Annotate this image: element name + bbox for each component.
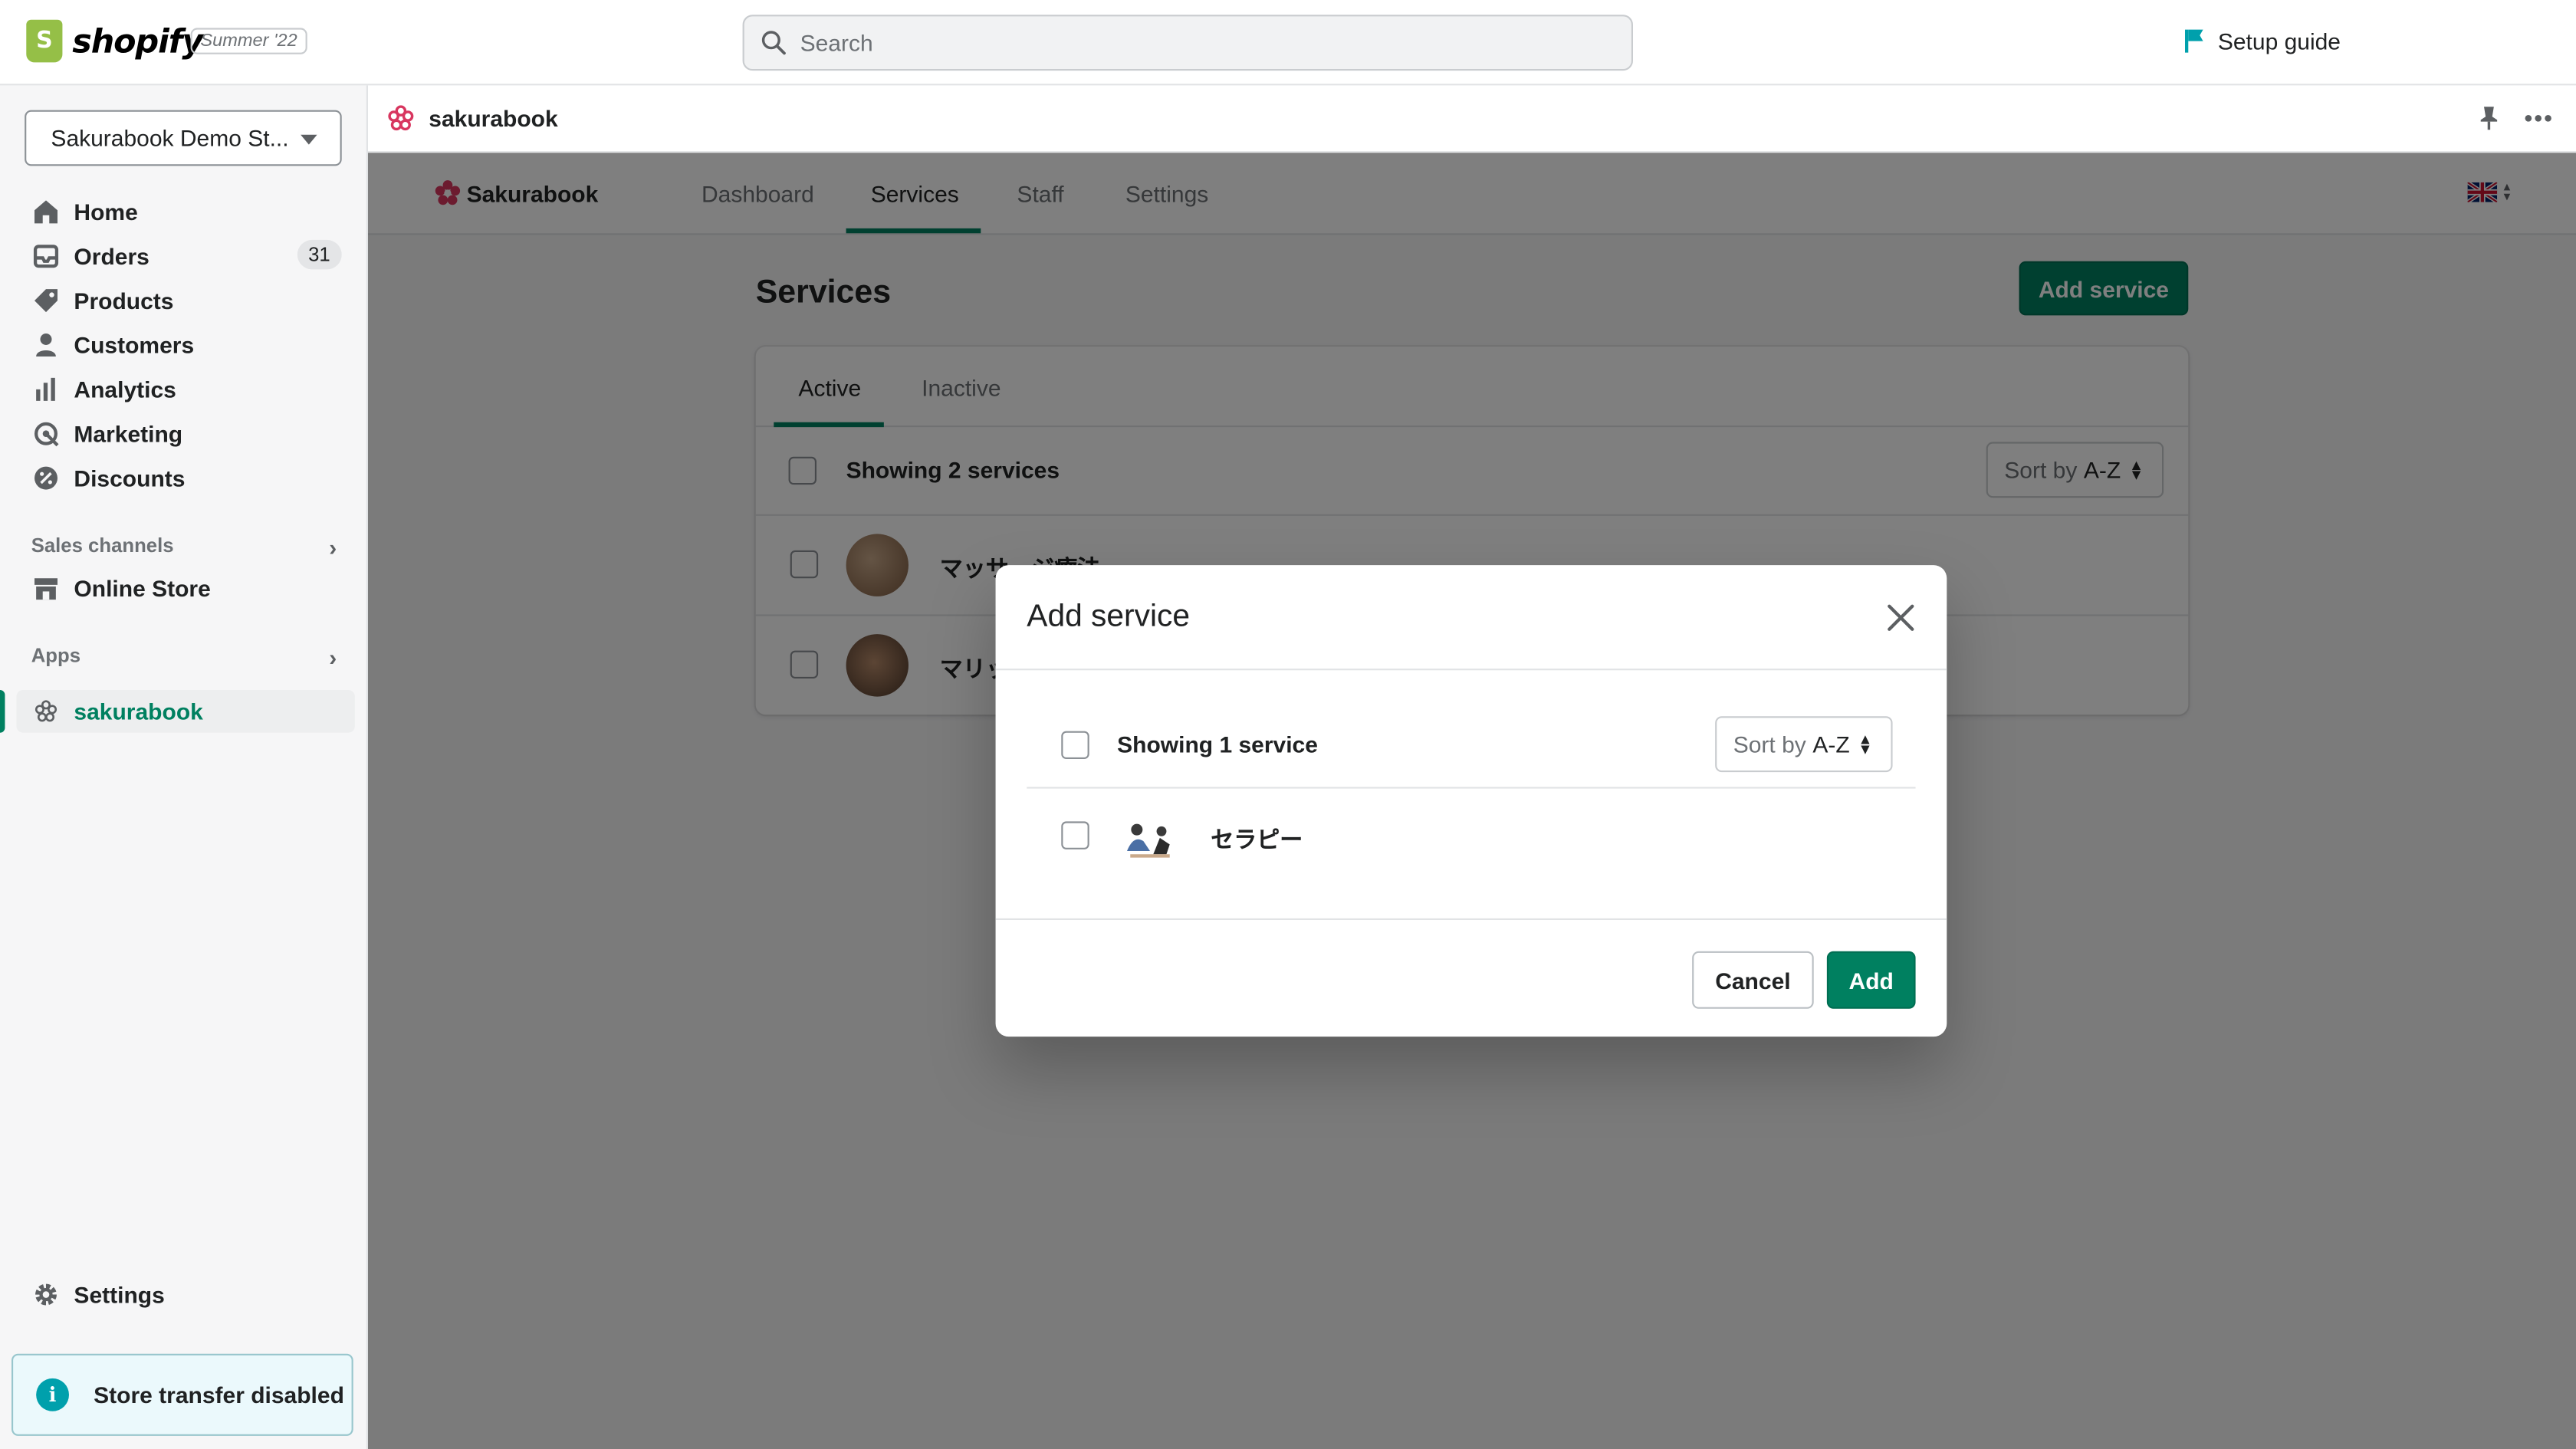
sidebar-item-discounts[interactable]: Discounts [16, 457, 354, 500]
sidebar-item-home[interactable]: Home [16, 191, 354, 234]
bar-chart-icon [33, 376, 59, 402]
select-arrows-icon: ▲▼ [1858, 731, 1873, 757]
store-name: Sakurabook Demo St... [51, 124, 289, 152]
discount-icon [33, 465, 59, 491]
transfer-notice-text: Store transfer disabled [94, 1382, 344, 1408]
sales-channels-header[interactable]: Sales channels › [31, 534, 343, 560]
sidebar-item-label: Marketing [74, 420, 183, 447]
logo-text: shopify [72, 21, 203, 61]
search-input[interactable] [800, 16, 1622, 69]
modal-list-header: Showing 1 service Sort by A-Z ▲ ▼ [1027, 697, 1916, 789]
sidebar-item-label: Orders [74, 243, 150, 270]
sidebar: Sakurabook Demo St... Home Orders 31 Pro… [0, 85, 368, 1449]
sakura-app-icon [33, 698, 59, 724]
setup-guide-label: Setup guide [2217, 28, 2341, 54]
sidebar-item-label: Discounts [74, 465, 186, 491]
store-selector[interactable]: Sakurabook Demo St... [25, 110, 342, 166]
pin-icon[interactable] [2477, 105, 2500, 131]
sidebar-item-customers[interactable]: Customers [16, 324, 354, 366]
sales-channels-label: Sales channels [31, 534, 174, 557]
shopify-bag-icon [26, 19, 63, 63]
modal-footer: Cancel Add [995, 918, 1947, 1037]
version-badge: Summer '22 [190, 28, 307, 54]
more-actions-icon[interactable] [2523, 105, 2553, 131]
shopify-logo[interactable]: shopify [26, 19, 203, 63]
select-all-checkbox[interactable] [1061, 731, 1089, 759]
setup-guide-button[interactable]: Setup guide [2182, 28, 2341, 54]
target-icon [33, 421, 59, 447]
sort-value: A-Z [1812, 731, 1850, 757]
caret-down-icon [301, 134, 317, 145]
person-icon [33, 332, 59, 358]
shopify-admin-root: shopify Summer '22 Setup guide Sakuraboo… [0, 0, 2576, 1449]
sidebar-item-online-store[interactable]: Online Store [16, 567, 354, 610]
top-bar: shopify Summer '22 Setup guide [0, 0, 2576, 86]
chevron-right-icon: › [329, 534, 337, 560]
app-header-actions [2477, 105, 2553, 131]
orders-icon [33, 243, 59, 269]
sidebar-item-label: Customers [74, 331, 195, 359]
info-icon: i [36, 1378, 69, 1411]
showing-count: Showing 1 service [1117, 731, 1318, 757]
sidebar-item-marketing[interactable]: Marketing [16, 412, 354, 455]
list-item[interactable]: セラピー [1027, 790, 1915, 889]
app-header: sakurabook [368, 85, 2576, 153]
apps-label: Apps [31, 644, 81, 667]
store-icon [33, 575, 59, 601]
tag-icon [33, 288, 59, 314]
flag-icon [2184, 29, 2203, 53]
sidebar-item-sakurabook[interactable]: sakurabook [16, 690, 355, 733]
sidebar-item-label: Settings [74, 1281, 165, 1308]
sidebar-item-orders[interactable]: Orders 31 [16, 235, 354, 278]
app-header-title: sakurabook [429, 105, 558, 132]
row-checkbox[interactable] [1061, 821, 1089, 849]
sidebar-item-label: Products [74, 288, 174, 314]
service-thumbnail [1117, 808, 1180, 871]
gear-icon [33, 1281, 59, 1307]
apps-header[interactable]: Apps › [31, 644, 343, 671]
sidebar-item-analytics[interactable]: Analytics [16, 368, 354, 411]
close-button[interactable] [1881, 598, 1921, 637]
sidebar-item-label: sakurabook [74, 698, 203, 724]
sidebar-item-label: Home [74, 199, 138, 225]
sort-select[interactable]: Sort by A-Z ▲▼ [1715, 716, 1893, 773]
sakura-logo-icon [388, 105, 414, 131]
sidebar-item-label: Online Store [74, 575, 211, 602]
sort-prefix: Sort by [1733, 731, 1806, 757]
cancel-button[interactable]: Cancel [1692, 951, 1814, 1009]
search-bar[interactable] [742, 15, 1633, 71]
modal-header: Add service [995, 565, 1947, 671]
store-transfer-banner: i Store transfer disabled [12, 1353, 353, 1436]
sidebar-item-products[interactable]: Products [16, 279, 354, 322]
sidebar-item-label: Analytics [74, 376, 176, 402]
service-name: セラピー [1211, 826, 1303, 853]
modal-title: Add service [1027, 600, 1191, 635]
active-indicator [0, 690, 5, 733]
chevron-right-icon: › [329, 644, 337, 671]
orders-count-badge: 31 [297, 239, 342, 270]
search-icon [761, 31, 786, 55]
add-service-modal: Add service Showing 1 service Sort by A-… [995, 565, 1947, 1037]
home-icon [33, 199, 59, 225]
sidebar-item-settings[interactable]: Settings [16, 1273, 354, 1316]
close-icon [1888, 604, 1914, 631]
add-button[interactable]: Add [1826, 951, 1916, 1009]
